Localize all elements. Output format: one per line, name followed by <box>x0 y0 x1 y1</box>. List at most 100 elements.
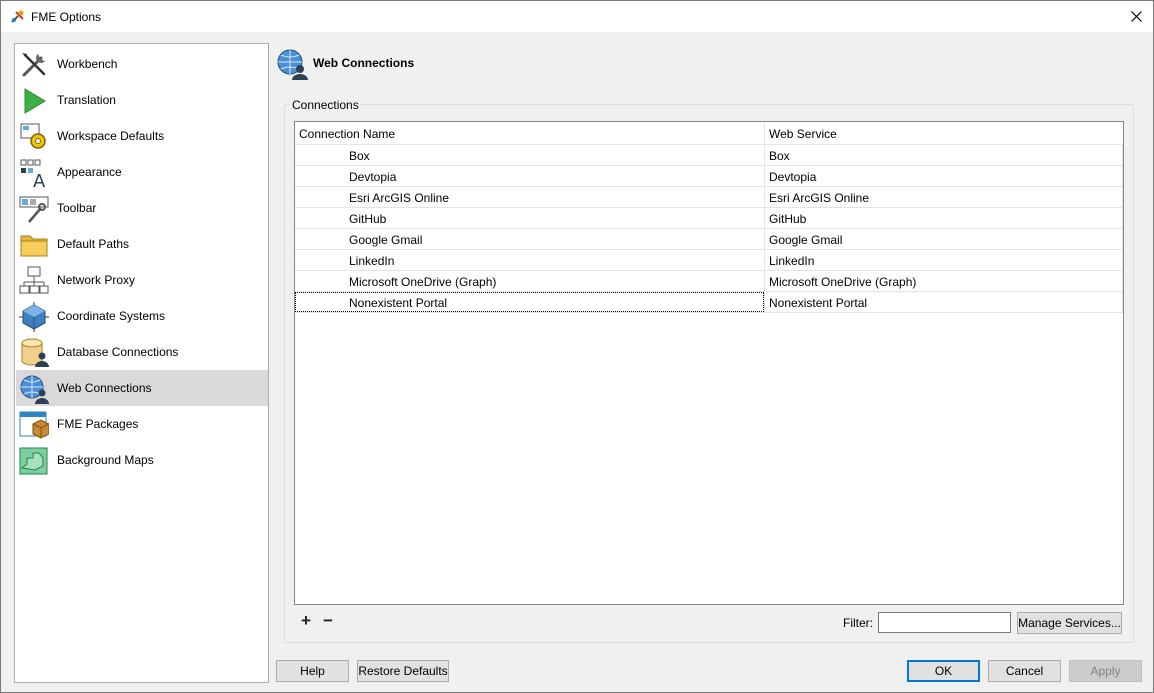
sidebar-item-background-maps[interactable]: Background Maps <box>16 442 268 478</box>
map-icon <box>19 447 48 475</box>
appearance-icon: A <box>20 159 46 188</box>
column-divider <box>1122 271 1123 291</box>
column-divider <box>764 271 765 291</box>
table-row[interactable]: Devtopia Devtopia <box>295 166 1123 187</box>
globe-user-icon <box>277 49 308 80</box>
column-divider <box>1122 166 1123 186</box>
connections-table[interactable]: Connection Name Web Service Box Box Devt… <box>294 121 1124 605</box>
connection-name-cell: Devtopia <box>349 170 397 184</box>
help-button[interactable]: Help <box>276 660 349 682</box>
filter-label: Filter: <box>843 616 873 630</box>
cancel-button[interactable]: Cancel <box>988 660 1061 682</box>
sidebar-item-label: Network Proxy <box>57 273 136 287</box>
sidebar-item-label: Workspace Defaults <box>57 129 165 143</box>
coordinate-cube-icon <box>19 302 49 332</box>
sidebar-item-toolbar[interactable]: Toolbar <box>16 190 268 226</box>
remove-connection-button[interactable]: − <box>319 612 337 631</box>
add-connection-button[interactable]: + <box>297 612 315 631</box>
sidebar-item-workspace-defaults[interactable]: Workspace Defaults <box>16 118 268 154</box>
network-icon <box>19 266 49 294</box>
web-service-cell: LinkedIn <box>769 254 815 268</box>
filter-input[interactable] <box>878 612 1011 633</box>
play-icon <box>24 88 46 114</box>
apply-button[interactable]: Apply <box>1069 660 1142 682</box>
workspace-gear-icon <box>20 123 46 149</box>
database-user-icon <box>21 338 49 367</box>
connection-name-cell: Box <box>349 149 370 163</box>
table-row[interactable]: Microsoft OneDrive (Graph) Microsoft One… <box>295 271 1123 292</box>
table-row[interactable]: Esri ArcGIS Online Esri ArcGIS Online <box>295 187 1123 208</box>
sidebar-item-label: Web Connections <box>57 381 152 395</box>
column-divider <box>1122 292 1123 312</box>
sidebar-item-default-paths[interactable]: Default Paths <box>16 226 268 262</box>
connection-name-cell: GitHub <box>349 212 387 226</box>
sidebar-item-label: Background Maps <box>57 453 154 467</box>
web-service-cell: Google Gmail <box>769 233 843 247</box>
svg-text:A: A <box>33 171 46 188</box>
sidebar-item-translation[interactable]: Translation <box>16 82 268 118</box>
close-icon <box>1130 11 1142 22</box>
web-service-cell: Box <box>769 149 790 163</box>
sidebar-item-appearance[interactable]: A Appearance <box>16 154 268 190</box>
package-icon <box>19 411 49 439</box>
connection-name-cell: LinkedIn <box>349 254 395 268</box>
column-divider <box>764 250 765 270</box>
table-row[interactable]: Box Box <box>295 145 1123 166</box>
web-service-cell: Esri ArcGIS Online <box>769 191 870 205</box>
column-header-web-service[interactable]: Web Service <box>765 122 1123 145</box>
column-divider <box>1122 229 1123 249</box>
sidebar-item-label: Translation <box>57 93 116 107</box>
column-divider <box>764 292 765 312</box>
manage-services-button[interactable]: Manage Services... <box>1017 612 1122 634</box>
window-title: FME Options <box>31 10 102 24</box>
column-divider <box>1122 250 1123 270</box>
column-divider <box>1122 187 1123 207</box>
column-divider <box>764 229 765 249</box>
sidebar-item-database-connections[interactable]: Database Connections <box>16 334 268 370</box>
table-row[interactable]: Nonexistent Portal Nonexistent Portal <box>295 292 1123 313</box>
column-divider <box>764 208 765 228</box>
toolbar-icon <box>19 196 49 223</box>
column-divider <box>764 187 765 207</box>
title-bar: FME Options <box>1 1 1153 32</box>
web-service-cell: Nonexistent Portal <box>769 296 868 310</box>
sidebar-item-coordinate-systems[interactable]: Coordinate Systems <box>16 298 268 334</box>
close-button[interactable] <box>1119 1 1153 32</box>
restore-defaults-button[interactable]: Restore Defaults <box>357 660 449 682</box>
sidebar-item-label: FME Packages <box>57 417 139 431</box>
tools-icon <box>22 53 46 77</box>
page-title: Web Connections <box>313 56 415 70</box>
sidebar-item-workbench[interactable]: Workbench <box>16 46 268 82</box>
sidebar-item-label: Default Paths <box>57 237 130 251</box>
web-service-cell: GitHub <box>769 212 807 226</box>
sidebar-item-network-proxy[interactable]: Network Proxy <box>16 262 268 298</box>
table-row[interactable]: GitHub GitHub <box>295 208 1123 229</box>
connection-name-cell: Esri ArcGIS Online <box>349 191 450 205</box>
sidebar-item-label: Coordinate Systems <box>57 309 166 323</box>
column-divider <box>1122 145 1123 165</box>
web-service-cell: Devtopia <box>769 170 817 184</box>
column-divider <box>764 145 765 165</box>
table-row[interactable]: LinkedIn LinkedIn <box>295 250 1123 271</box>
connection-name-cell: Microsoft OneDrive (Graph) <box>349 275 497 289</box>
globe-user-icon <box>20 375 49 404</box>
sidebar-item-fme-packages[interactable]: FME Packages <box>16 406 268 442</box>
fme-app-icon <box>11 10 24 23</box>
web-service-cell: Microsoft OneDrive (Graph) <box>769 275 917 289</box>
folder-icon <box>20 235 48 257</box>
ok-button[interactable]: OK <box>907 660 980 682</box>
column-divider <box>764 166 765 186</box>
sidebar-item-web-connections[interactable]: Web Connections <box>16 370 268 406</box>
connection-name-cell: Nonexistent Portal <box>349 296 448 310</box>
options-sidebar: Workbench Translation Workspace Defaults <box>14 43 269 683</box>
connections-group-label: Connections <box>290 98 361 112</box>
sidebar-item-label: Toolbar <box>57 201 97 215</box>
column-divider <box>1122 208 1123 228</box>
sidebar-item-label: Database Connections <box>57 345 179 359</box>
sidebar-item-label: Appearance <box>57 165 122 179</box>
table-row[interactable]: Google Gmail Google Gmail <box>295 229 1123 250</box>
column-header-connection-name[interactable]: Connection Name <box>295 122 765 145</box>
sidebar-item-label: Workbench <box>57 57 118 71</box>
fme-options-window: FME Options Workbench Translation Worksp… <box>0 0 1154 693</box>
connection-name-cell: Google Gmail <box>349 233 423 247</box>
